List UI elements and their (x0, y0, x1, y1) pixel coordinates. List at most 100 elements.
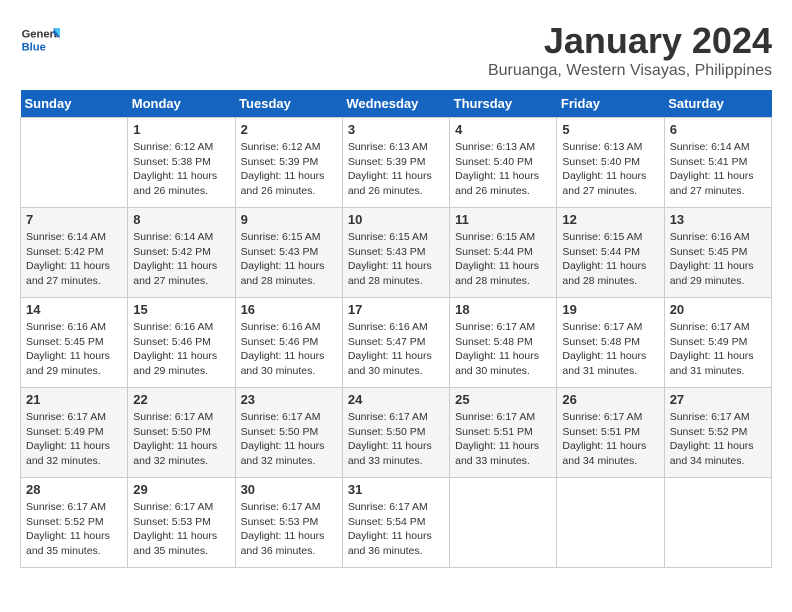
day-number: 2 (241, 122, 337, 137)
calendar-cell: 16 Sunrise: 6:16 AMSunset: 5:46 PMDayligh… (235, 298, 342, 388)
weekday-header-saturday: Saturday (664, 90, 771, 118)
calendar-week-4: 21Sunrise: 6:17 AMSunset: 5:49 PMDayligh… (21, 388, 772, 478)
calendar-header: SundayMondayTuesdayWednesdayThursdayFrid… (21, 90, 772, 118)
day-number: 7 (26, 212, 122, 227)
weekday-header-sunday: Sunday (21, 90, 128, 118)
calendar-cell: 26 Sunrise: 6:17 AMSunset: 5:51 PMDayligh… (557, 388, 664, 478)
calendar-cell: 13 Sunrise: 6:16 AMSunset: 5:45 PMDayligh… (664, 208, 771, 298)
day-info: Sunrise: 6:16 AMSunset: 5:45 PMDaylight:… (26, 320, 122, 379)
day-info: Sunrise: 6:17 AMSunset: 5:51 PMDaylight:… (455, 410, 551, 469)
day-number: 18 (455, 302, 551, 317)
calendar-week-1: 1 Sunrise: 6:12 AMSunset: 5:38 PMDaylight… (21, 118, 772, 208)
calendar-cell: 21Sunrise: 6:17 AMSunset: 5:49 PMDayligh… (21, 388, 128, 478)
day-info: Sunrise: 6:15 AMSunset: 5:43 PMDaylight:… (241, 230, 337, 289)
weekday-header-friday: Friday (557, 90, 664, 118)
calendar-cell: 22 Sunrise: 6:17 AMSunset: 5:50 PMDayligh… (128, 388, 235, 478)
day-number: 3 (348, 122, 444, 137)
calendar-cell: 8 Sunrise: 6:14 AMSunset: 5:42 PMDaylight… (128, 208, 235, 298)
day-number: 30 (241, 482, 337, 497)
day-info: Sunrise: 6:16 AMSunset: 5:46 PMDaylight:… (133, 320, 229, 379)
day-info: Sunrise: 6:17 AMSunset: 5:51 PMDaylight:… (562, 410, 658, 469)
day-info: Sunrise: 6:17 AMSunset: 5:50 PMDaylight:… (241, 410, 337, 469)
day-info: Sunrise: 6:15 AMSunset: 5:44 PMDaylight:… (455, 230, 551, 289)
logo: General Blue (20, 20, 60, 60)
calendar-cell: 31 Sunrise: 6:17 AMSunset: 5:54 PMDayligh… (342, 478, 449, 568)
weekday-header-row: SundayMondayTuesdayWednesdayThursdayFrid… (21, 90, 772, 118)
day-number: 19 (562, 302, 658, 317)
day-info: Sunrise: 6:17 AMSunset: 5:50 PMDaylight:… (348, 410, 444, 469)
day-info: Sunrise: 6:16 AMSunset: 5:45 PMDaylight:… (670, 230, 766, 289)
day-number: 21 (26, 392, 122, 407)
day-info: Sunrise: 6:17 AMSunset: 5:52 PMDaylight:… (26, 500, 122, 559)
calendar-cell: 28 Sunrise: 6:17 AMSunset: 5:52 PMDayligh… (21, 478, 128, 568)
day-number: 23 (241, 392, 337, 407)
calendar-cell (557, 478, 664, 568)
calendar-cell: 6Sunrise: 6:14 AMSunset: 5:41 PMDaylight… (664, 118, 771, 208)
calendar-cell: 10Sunrise: 6:15 AMSunset: 5:43 PMDayligh… (342, 208, 449, 298)
day-number: 13 (670, 212, 766, 227)
day-info: Sunrise: 6:15 AMSunset: 5:43 PMDaylight:… (348, 230, 444, 289)
day-info: Sunrise: 6:17 AMSunset: 5:48 PMDaylight:… (562, 320, 658, 379)
calendar-cell: 19 Sunrise: 6:17 AMSunset: 5:48 PMDayligh… (557, 298, 664, 388)
calendar-cell: 30 Sunrise: 6:17 AMSunset: 5:53 PMDayligh… (235, 478, 342, 568)
day-number: 5 (562, 122, 658, 137)
day-info: Sunrise: 6:13 AMSunset: 5:40 PMDaylight:… (455, 140, 551, 199)
calendar-cell: 1 Sunrise: 6:12 AMSunset: 5:38 PMDaylight… (128, 118, 235, 208)
day-number: 26 (562, 392, 658, 407)
day-info: Sunrise: 6:16 AMSunset: 5:47 PMDaylight:… (348, 320, 444, 379)
calendar-cell: 3Sunrise: 6:13 AMSunset: 5:39 PMDaylight… (342, 118, 449, 208)
month-title: January 2024 (488, 20, 772, 62)
calendar-week-3: 14Sunrise: 6:16 AMSunset: 5:45 PMDayligh… (21, 298, 772, 388)
calendar-cell: 20Sunrise: 6:17 AMSunset: 5:49 PMDayligh… (664, 298, 771, 388)
day-number: 8 (133, 212, 229, 227)
calendar-cell: 14Sunrise: 6:16 AMSunset: 5:45 PMDayligh… (21, 298, 128, 388)
calendar-body: 1 Sunrise: 6:12 AMSunset: 5:38 PMDaylight… (21, 118, 772, 568)
calendar-week-2: 7 Sunrise: 6:14 AMSunset: 5:42 PMDaylight… (21, 208, 772, 298)
calendar-cell: 12 Sunrise: 6:15 AMSunset: 5:44 PMDayligh… (557, 208, 664, 298)
day-info: Sunrise: 6:17 AMSunset: 5:50 PMDaylight:… (133, 410, 229, 469)
location-subtitle: Buruanga, Western Visayas, Philippines (488, 62, 772, 80)
day-info: Sunrise: 6:13 AMSunset: 5:40 PMDaylight:… (562, 140, 658, 199)
calendar-cell: 27 Sunrise: 6:17 AMSunset: 5:52 PMDayligh… (664, 388, 771, 478)
day-number: 9 (241, 212, 337, 227)
day-number: 20 (670, 302, 766, 317)
calendar-cell: 24Sunrise: 6:17 AMSunset: 5:50 PMDayligh… (342, 388, 449, 478)
day-number: 28 (26, 482, 122, 497)
day-info: Sunrise: 6:17 AMSunset: 5:54 PMDaylight:… (348, 500, 444, 559)
weekday-header-wednesday: Wednesday (342, 90, 449, 118)
calendar-cell: 5 Sunrise: 6:13 AMSunset: 5:40 PMDaylight… (557, 118, 664, 208)
calendar-cell (21, 118, 128, 208)
calendar-cell: 15Sunrise: 6:16 AMSunset: 5:46 PMDayligh… (128, 298, 235, 388)
calendar-cell (664, 478, 771, 568)
logo-icon: General Blue (20, 20, 60, 60)
day-number: 31 (348, 482, 444, 497)
day-info: Sunrise: 6:14 AMSunset: 5:42 PMDaylight:… (133, 230, 229, 289)
calendar-cell: 17Sunrise: 6:16 AMSunset: 5:47 PMDayligh… (342, 298, 449, 388)
day-info: Sunrise: 6:14 AMSunset: 5:41 PMDaylight:… (670, 140, 766, 199)
calendar-week-5: 28 Sunrise: 6:17 AMSunset: 5:52 PMDayligh… (21, 478, 772, 568)
day-number: 25 (455, 392, 551, 407)
calendar-cell: 4Sunrise: 6:13 AMSunset: 5:40 PMDaylight… (450, 118, 557, 208)
calendar-table: SundayMondayTuesdayWednesdayThursdayFrid… (20, 90, 772, 568)
day-number: 1 (133, 122, 229, 137)
weekday-header-monday: Monday (128, 90, 235, 118)
day-number: 16 (241, 302, 337, 317)
day-info: Sunrise: 6:12 AMSunset: 5:39 PMDaylight:… (241, 140, 337, 199)
weekday-header-thursday: Thursday (450, 90, 557, 118)
day-info: Sunrise: 6:17 AMSunset: 5:48 PMDaylight:… (455, 320, 551, 379)
day-info: Sunrise: 6:17 AMSunset: 5:52 PMDaylight:… (670, 410, 766, 469)
calendar-cell: 2 Sunrise: 6:12 AMSunset: 5:39 PMDaylight… (235, 118, 342, 208)
day-number: 22 (133, 392, 229, 407)
day-info: Sunrise: 6:16 AMSunset: 5:46 PMDaylight:… (241, 320, 337, 379)
title-section: January 2024 Buruanga, Western Visayas, … (488, 20, 772, 80)
weekday-header-tuesday: Tuesday (235, 90, 342, 118)
calendar-cell: 25 Sunrise: 6:17 AMSunset: 5:51 PMDayligh… (450, 388, 557, 478)
day-number: 12 (562, 212, 658, 227)
day-info: Sunrise: 6:12 AMSunset: 5:38 PMDaylight:… (133, 140, 229, 199)
day-number: 27 (670, 392, 766, 407)
calendar-cell (450, 478, 557, 568)
svg-text:Blue: Blue (22, 41, 46, 53)
day-info: Sunrise: 6:15 AMSunset: 5:44 PMDaylight:… (562, 230, 658, 289)
calendar-cell: 29Sunrise: 6:17 AMSunset: 5:53 PMDayligh… (128, 478, 235, 568)
day-info: Sunrise: 6:17 AMSunset: 5:53 PMDaylight:… (241, 500, 337, 559)
